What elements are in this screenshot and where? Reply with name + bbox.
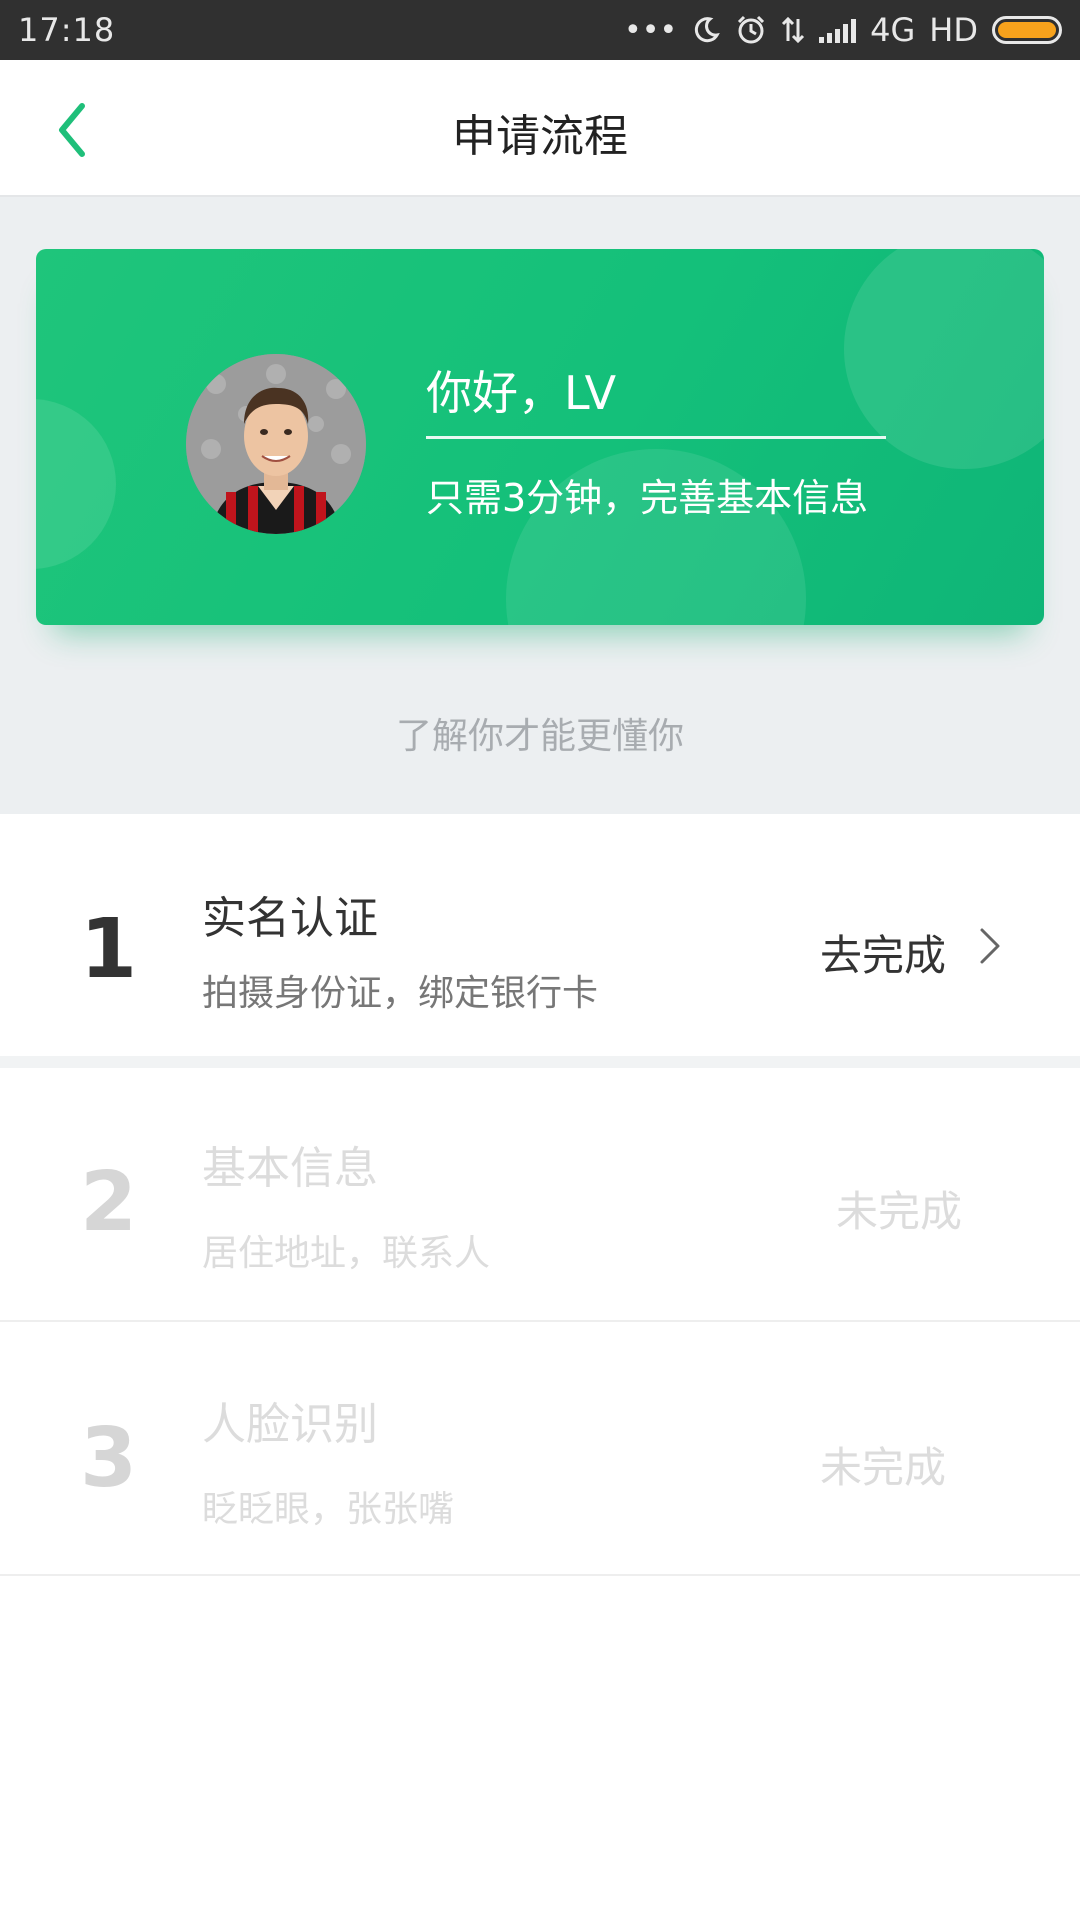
step-real-name-verification[interactable]: 1 实名认证 拍摄身份证，绑定银行卡 去完成	[0, 814, 1080, 1056]
step-face-recognition: 3 人脸识别 眨眨眼，张张嘴 未完成	[0, 1324, 1080, 1576]
status-bar: 17:18 ••• 4G HD	[0, 0, 1080, 60]
step-number: 2	[80, 1155, 138, 1250]
welcome-card: 你好，LV 只需3分钟，完善基本信息	[36, 249, 1044, 625]
step-title: 实名认证	[202, 893, 378, 944]
step-description: 眨眨眼，张张嘴	[202, 1489, 455, 1530]
avatar	[186, 354, 366, 534]
network-label: 4G	[870, 11, 916, 49]
status-icons: ••• 4G HD	[624, 11, 1062, 49]
step-number: 1	[80, 902, 138, 997]
nav-header: 申请流程	[0, 60, 1080, 197]
chevron-right-icon	[980, 928, 1000, 964]
go-complete-button[interactable]: 去完成	[820, 922, 946, 983]
battery-icon	[992, 16, 1062, 44]
hd-label: HD	[929, 11, 978, 49]
app-screen: 17:18 ••• 4G HD 申请流程 你好，LV 只需3分钟，完善基本信息 …	[0, 0, 1080, 1920]
step-title: 人脸识别	[202, 1399, 378, 1450]
tagline: 了解你才能更懂你	[395, 716, 684, 757]
step-number: 3	[80, 1411, 138, 1506]
greeting-text: 你好，LV	[426, 366, 617, 420]
step-basic-info: 2 基本信息 居住地址，联系人 未完成	[0, 1068, 1080, 1322]
step-description: 居住地址，联系人	[202, 1233, 491, 1274]
dots-icon: •••	[624, 12, 678, 48]
step-title: 基本信息	[202, 1143, 378, 1194]
page-title: 申请流程	[452, 111, 628, 162]
data-arrows-icon	[782, 16, 805, 44]
intro-section: 你好，LV 只需3分钟，完善基本信息 了解你才能更懂你	[0, 197, 1080, 814]
moon-icon	[695, 17, 720, 43]
card-divider	[426, 436, 886, 439]
status-time: 17:18	[18, 11, 116, 49]
step-status: 未完成	[819, 1443, 946, 1492]
card-subtitle: 只需3分钟，完善基本信息	[426, 476, 869, 520]
signal-icon	[819, 17, 857, 43]
step-description: 拍摄身份证，绑定银行卡	[202, 973, 599, 1014]
step-separator	[0, 1056, 1080, 1068]
step-status: 未完成	[835, 1187, 962, 1236]
alarm-icon	[738, 15, 765, 44]
